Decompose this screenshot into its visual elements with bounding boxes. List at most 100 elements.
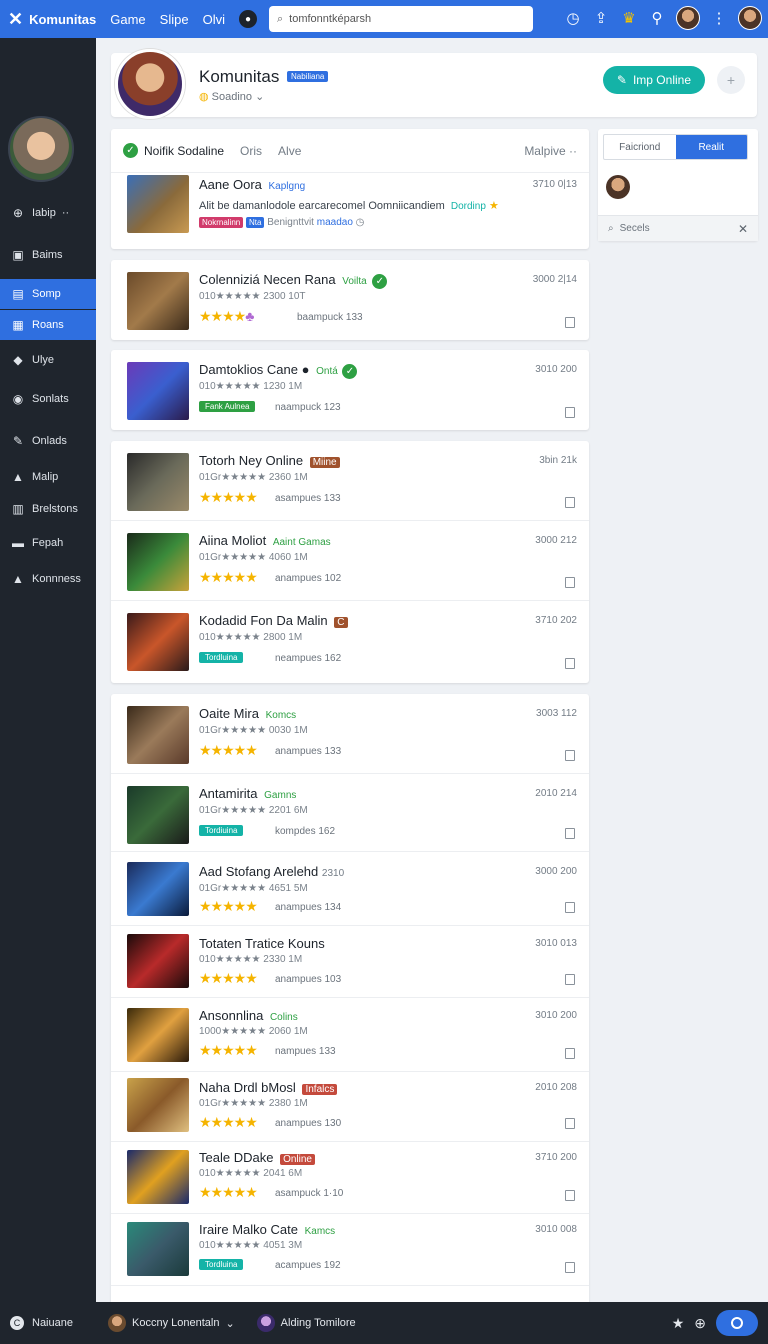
game-title[interactable]: Aad Stofang Arelehd 2310 xyxy=(199,864,344,879)
bookmark-icon[interactable] xyxy=(565,407,575,418)
game-thumbnail[interactable] xyxy=(127,533,189,591)
profile-avatar[interactable] xyxy=(115,49,185,119)
add-circle-icon[interactable]: ⊕ xyxy=(694,1315,706,1332)
nav-more-button[interactable]: ● xyxy=(238,10,257,28)
trophy-icon[interactable]: ♛ xyxy=(620,9,638,27)
game-thumbnail[interactable] xyxy=(127,453,189,511)
game-title[interactable]: Oaite Mira Komcs xyxy=(199,706,296,721)
game-thumbnail[interactable] xyxy=(127,613,189,671)
friend-avatar[interactable] xyxy=(606,175,630,199)
nav-olvi[interactable]: Olvi xyxy=(203,12,225,27)
sidebar-item-iabip[interactable]: ⊕ Iabip ·· xyxy=(0,198,96,228)
bookmark-icon[interactable] xyxy=(565,1262,575,1273)
bookmark-icon[interactable] xyxy=(565,317,575,328)
nav-slipe[interactable]: Slipe xyxy=(160,12,189,27)
game-row[interactable]: Aiina Moliot Aaint Gamas 01Gr★★★★★ 4060 … xyxy=(111,521,589,601)
add-button[interactable]: + xyxy=(717,66,745,94)
sidebar-item-baims[interactable]: ▣ Baims xyxy=(0,240,96,270)
clock-icon[interactable]: ◷ xyxy=(564,9,582,27)
sidebar-item-onlads[interactable]: ✎ Onlads xyxy=(0,426,96,456)
bookmark-icon[interactable] xyxy=(565,1118,575,1129)
sidebar-item-ulye[interactable]: ◆ Ulye xyxy=(0,345,96,375)
game-row[interactable]: Oaite Mira Komcs 01Gr★★★★★ 0030 1M ★★★★★… xyxy=(111,694,589,774)
bottom-right-user[interactable]: Alding Tomilore xyxy=(256,1314,356,1332)
chevron-down-icon[interactable]: ⌄ xyxy=(255,91,264,103)
bookmark-icon[interactable] xyxy=(565,1048,575,1059)
game-row[interactable]: Naha Drdl bMosl Infalcs 01Gr★★★★★ 2380 1… xyxy=(111,1072,589,1142)
bookmark-icon[interactable] xyxy=(565,497,575,508)
game-row[interactable]: Totaten Tratice Kouns 010★★★★★ 2330 1M ★… xyxy=(111,926,589,998)
game-row[interactable]: Iraire Malko Cate Kamcs 010★★★★★ 4051 3M… xyxy=(111,1214,589,1286)
game-title[interactable]: Totorh Ney Online Miine xyxy=(199,453,340,468)
game-thumbnail[interactable] xyxy=(127,786,189,844)
chat-button[interactable] xyxy=(716,1310,758,1336)
game-row[interactable]: Antamirita Gamns 01Gr★★★★★ 2201 6M Tordi… xyxy=(111,774,589,852)
game-title[interactable]: Teale DDake Online xyxy=(199,1150,315,1165)
sidebar-item-sonlats[interactable]: ◉ Sonlats xyxy=(0,384,96,414)
sidebar-item-fepah[interactable]: ▬ Fepah xyxy=(0,528,96,558)
friends-search[interactable]: ⌕ Secels ✕ xyxy=(598,215,758,241)
bookmark-icon[interactable] xyxy=(565,902,575,913)
bookmark-icon[interactable] xyxy=(565,750,575,761)
game-row[interactable]: Totorh Ney Online Miine 01Gr★★★★★ 2360 1… xyxy=(111,441,589,521)
bottom-left[interactable]: C Naiuane xyxy=(0,1316,96,1330)
sidebar-avatar[interactable] xyxy=(8,116,74,182)
cart-icon[interactable]: ⚲ xyxy=(648,9,666,27)
game-row[interactable]: Kodadid Fon Da Malin C 010★★★★★ 2800 1M … xyxy=(111,601,589,681)
chip-link[interactable]: maadao xyxy=(317,217,353,228)
tab-alve[interactable]: Alve xyxy=(278,144,301,158)
upload-icon[interactable]: ⇪ xyxy=(592,9,610,27)
bookmark-icon[interactable] xyxy=(565,1190,575,1201)
game-title[interactable]: Totaten Tratice Kouns xyxy=(199,936,325,951)
game-thumbnail[interactable] xyxy=(127,1078,189,1132)
game-thumbnail[interactable] xyxy=(127,272,189,330)
app-logo-icon[interactable]: ✕ xyxy=(8,9,23,30)
game-row[interactable]: Teale DDake Online 010★★★★★ 2041 6M ★★★★… xyxy=(111,1142,589,1214)
star-icon[interactable]: ★ xyxy=(672,1315,685,1332)
sidebar-item-somp[interactable]: ▤ Somp xyxy=(0,279,96,309)
bookmark-icon[interactable] xyxy=(565,658,575,669)
sidebar-item-brelstons[interactable]: ▥ Brelstons xyxy=(0,494,96,524)
game-title[interactable]: Aiina Moliot Aaint Gamas xyxy=(199,533,331,548)
user-avatar[interactable] xyxy=(738,6,762,30)
game-title[interactable]: Kodadid Fon Da Malin C xyxy=(199,613,348,628)
more-icon[interactable]: ⋮ xyxy=(710,9,728,27)
tab-realit[interactable]: Realit xyxy=(675,135,747,159)
tab-oris[interactable]: Oris xyxy=(240,144,262,158)
bookmark-icon[interactable] xyxy=(565,828,575,839)
game-thumbnail[interactable] xyxy=(127,362,189,420)
game-thumbnail[interactable] xyxy=(127,1150,189,1204)
game-title[interactable]: Ansonnlina Colins xyxy=(199,1008,298,1023)
bottom-user[interactable]: Koccny Lonentaln ⌄ xyxy=(108,1314,235,1332)
sidebar-item-malip[interactable]: ▲ Malip xyxy=(0,462,96,492)
game-row[interactable]: Damtoklios Cane ● Ontá ✓ 010★★★★★ 1230 1… xyxy=(111,350,589,430)
sidebar-item-roans[interactable]: ▦ Roans xyxy=(0,310,96,340)
feed-sort-dropdown[interactable]: Malpive ·· xyxy=(524,144,577,158)
search-field[interactable]: ⌕ tomfonntképarsh xyxy=(268,6,533,32)
game-title[interactable]: Iraire Malko Cate Kamcs xyxy=(199,1222,335,1237)
post-row[interactable]: Aane Oora Kaplgng Alit be damanlodole ea… xyxy=(111,173,589,249)
sidebar-item-konnness[interactable]: ▲ Konnness xyxy=(0,564,96,594)
game-title[interactable]: Colenniziá Necen Rana Voilta ✓ xyxy=(199,272,393,289)
game-thumbnail[interactable] xyxy=(127,862,189,916)
game-title[interactable]: Antamirita Gamns xyxy=(199,786,296,801)
game-title[interactable]: Damtoklios Cane ● Ontá ✓ xyxy=(199,362,363,379)
game-row[interactable]: Aad Stofang Arelehd 2310 01Gr★★★★★ 4651 … xyxy=(111,852,589,926)
app-brand[interactable]: Komunitas xyxy=(29,12,96,27)
tab-faicriond[interactable]: Faicriond xyxy=(604,135,676,159)
game-row[interactable]: Ansonnlina Colins 1000★★★★★ 2060 1M ★★★★… xyxy=(111,998,589,1072)
nav-game[interactable]: Game xyxy=(110,12,145,27)
game-row[interactable]: Colenniziá Necen Rana Voilta ✓ 010★★★★★ … xyxy=(111,260,589,340)
game-thumbnail[interactable] xyxy=(127,1222,189,1276)
avatar[interactable] xyxy=(676,6,700,30)
bookmark-icon[interactable] xyxy=(565,974,575,985)
game-thumbnail[interactable] xyxy=(127,706,189,764)
chip-red[interactable]: Nokrnalinn xyxy=(199,217,244,228)
chip-blue[interactable]: Nta xyxy=(246,217,265,228)
game-thumbnail[interactable] xyxy=(127,934,189,988)
game-title[interactable]: Naha Drdl bMosl Infalcs xyxy=(199,1080,338,1095)
post-title[interactable]: Aane Oora Kaplgng xyxy=(199,177,305,192)
bookmark-icon[interactable] xyxy=(565,577,575,588)
close-icon[interactable]: ✕ xyxy=(738,222,748,236)
post-thumbnail[interactable] xyxy=(127,175,189,233)
